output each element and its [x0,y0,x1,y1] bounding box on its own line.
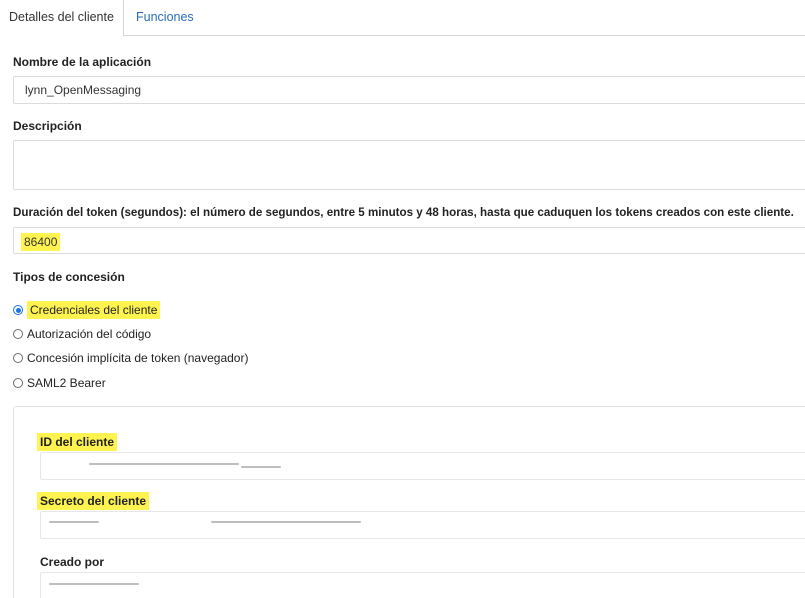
redacted-text [89,463,239,465]
redacted-text [49,583,139,585]
token-duration-value: 86400 [21,233,61,251]
radio-unchecked-icon[interactable] [13,329,23,339]
grant-option-label: Credenciales del cliente [27,301,161,319]
grant-option-saml2-bearer[interactable]: SAML2 Bearer [13,375,106,391]
app-name-label: Nombre de la aplicación [13,55,152,69]
app-name-value: lynn_OpenMessaging [25,83,142,97]
grant-option-label: SAML2 Bearer [27,376,106,390]
token-duration-input[interactable]: 86400 [13,227,805,254]
grant-option-label: Autorización del código [27,327,152,341]
tab-bar: Detalles del cliente Funciones [0,0,805,37]
redacted-text [211,521,361,523]
client-secret-label: Secreto del cliente [37,492,150,510]
token-duration-label: Duración del token (segundos): el número… [13,206,794,219]
app-name-input[interactable]: lynn_OpenMessaging [13,76,805,104]
client-secret-field[interactable] [40,511,805,539]
redacted-text [49,521,99,523]
description-label: Descripción [13,119,82,133]
created-by-field[interactable] [40,572,805,598]
radio-unchecked-icon[interactable] [13,378,23,388]
radio-checked-icon[interactable] [13,305,23,315]
grant-types-label: Tipos de concesión [13,270,125,284]
created-by-label: Creado por [40,555,105,569]
client-id-field[interactable] [40,452,805,480]
client-details-page: Detalles del cliente Funciones Nombre de… [0,0,805,598]
grant-option-label: Concesión implícita de token (navegador) [27,351,249,365]
tab-client-details[interactable]: Detalles del cliente [0,0,124,37]
grant-option-authorization-code[interactable]: Autorización del código [13,326,151,342]
client-id-label: ID del cliente [37,433,118,451]
grant-option-implicit[interactable]: Concesión implícita de token (navegador) [13,350,248,366]
redacted-text [241,466,281,468]
radio-unchecked-icon[interactable] [13,353,23,363]
grant-option-client-credentials[interactable]: Credenciales del cliente [13,301,161,319]
tab-functions[interactable]: Funciones [124,0,194,36]
description-textarea[interactable] [13,140,805,190]
